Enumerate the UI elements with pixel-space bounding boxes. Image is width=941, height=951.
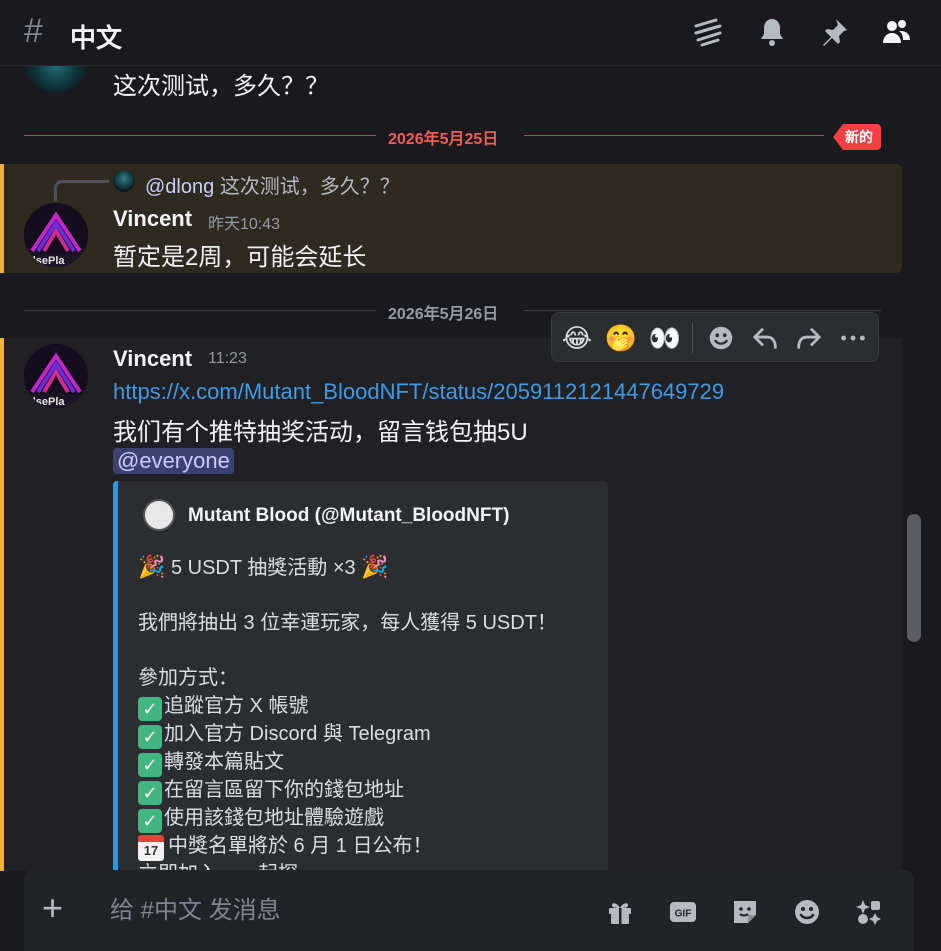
avatar[interactable]: ulsePla	[24, 203, 88, 267]
channel-header: # 中文	[0, 0, 941, 66]
message-timestamp[interactable]: 11:23	[208, 350, 247, 368]
message-author[interactable]: Vincent	[113, 346, 192, 372]
reply-icon[interactable]	[748, 321, 782, 355]
embed-author-icon[interactable]	[143, 499, 175, 531]
link-embed: Mutant Blood (@Mutant_BloodNFT) 🎉 5 USDT…	[113, 481, 608, 871]
pin-icon[interactable]	[818, 16, 850, 48]
apps-icon[interactable]	[853, 896, 885, 928]
forward-icon[interactable]	[792, 321, 826, 355]
members-icon[interactable]	[880, 16, 912, 48]
embed-intro: 我們將抽出 3 位幸運玩家，每人獲得 5 USDT！	[138, 612, 557, 634]
embed-step-text: 轉發本篇貼文	[164, 751, 284, 773]
message-actions-toolbar: 😂 🤭 👀	[551, 312, 879, 362]
divider-date: 2026年5月25日	[388, 131, 499, 148]
reaction-joy-button[interactable]: 😂	[560, 321, 594, 355]
divider-date: 2026年5月26日	[388, 306, 499, 323]
divider-line	[24, 310, 376, 311]
embed-step-text: 使用該錢包地址體驗遊戲	[164, 807, 384, 829]
sticker-icon[interactable]	[729, 896, 761, 928]
threads-icon[interactable]	[692, 16, 724, 48]
emoji-icon[interactable]	[791, 896, 823, 928]
message-text: 暂定是2周，可能会延长	[113, 244, 367, 271]
message-timestamp[interactable]: 昨天10:43	[208, 210, 280, 234]
reply-author[interactable]: @dlong	[145, 176, 214, 198]
embed-how-to: 參加方式：	[138, 667, 238, 689]
embed-step-text: 在留言區留下你的錢包地址	[164, 779, 404, 801]
message-link[interactable]: https://x.com/Mutant_BloodNFT/status/205…	[113, 379, 724, 405]
new-badge: 新的	[833, 124, 881, 150]
toolbar-separator	[692, 323, 693, 353]
message-text: 这次测试，多久？？	[113, 73, 329, 100]
reply-connector	[54, 180, 109, 201]
party-popper-icon: 🎉	[361, 554, 389, 579]
message-input[interactable]	[108, 892, 572, 930]
channel-name: 中文	[70, 23, 123, 53]
gift-icon[interactable]	[604, 896, 636, 928]
message-composer: + GIF	[24, 870, 914, 951]
reply-avatar[interactable]	[113, 170, 135, 192]
add-reaction-icon[interactable]	[704, 321, 738, 355]
date-divider: 2026年5月25日 新的	[24, 124, 881, 150]
divider-line	[524, 310, 881, 311]
more-icon[interactable]	[836, 321, 870, 355]
embed-cutoff: 立即加入，一起探	[138, 857, 298, 871]
scrollbar-thumb[interactable]	[907, 514, 921, 642]
everyone-mention[interactable]: @everyone	[113, 448, 234, 474]
embed-announce-text: 中獎名單將於 6 月 1 日公布！	[168, 835, 433, 857]
reaction-hand-over-mouth-button[interactable]: 🤭	[604, 321, 638, 355]
divider-line	[24, 135, 376, 136]
party-popper-icon: 🎉	[138, 554, 166, 579]
embed-author[interactable]: Mutant Blood (@Mutant_BloodNFT)	[188, 505, 509, 527]
embed-step-text: 加入官方 Discord 與 Telegram	[164, 723, 431, 745]
message-author[interactable]: Vincent	[113, 206, 192, 232]
reply-text: 这次测试，多久？？	[219, 176, 400, 198]
divider-line	[524, 135, 824, 136]
gif-label: GIF	[675, 909, 692, 920]
embed-step-text: 追蹤官方 X 帳號	[164, 695, 309, 717]
hash-icon: #	[24, 12, 43, 50]
embed-title-line: 🎉 5 USDT 抽獎活動 ×3 🎉	[138, 551, 389, 580]
avatar[interactable]: ulsePla	[24, 344, 88, 408]
reply-preview[interactable]: @dlong 这次测试，多久？？	[145, 170, 400, 199]
scrollbar-track[interactable]	[906, 66, 920, 866]
message-text: 我们有个推特抽奖活动，留言钱包抽5U	[113, 419, 528, 446]
bell-icon[interactable]	[756, 16, 788, 48]
avatar[interactable]	[24, 66, 88, 92]
message-feed[interactable]: 这次测试，多久？？ 2026年5月25日 新的 @dlong 这次测试，多久？？…	[0, 66, 941, 871]
upload-plus-button[interactable]: +	[42, 890, 63, 926]
gif-icon[interactable]: GIF	[667, 896, 699, 928]
reaction-eyes-button[interactable]: 👀	[648, 321, 682, 355]
embed-title: 5 USDT 抽獎活動 ×3	[170, 557, 356, 579]
